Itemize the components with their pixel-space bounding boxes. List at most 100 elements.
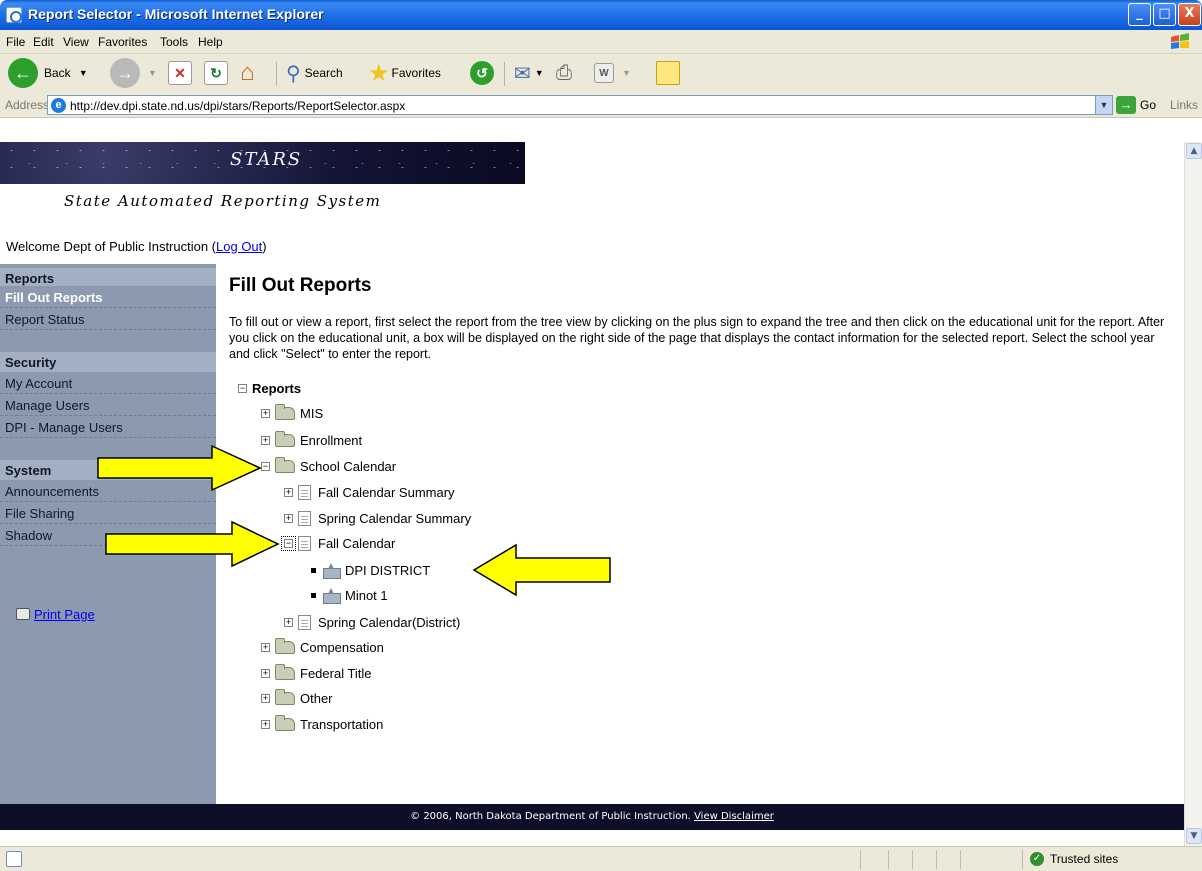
annotation-arrow-dpi-district [472, 543, 611, 597]
back-dropdown-icon[interactable]: ▼ [79, 68, 88, 78]
favorites-button[interactable]: ★ Favorites [368, 54, 441, 92]
minimize-button[interactable]: _ [1128, 3, 1151, 26]
expand-icon[interactable]: + [261, 642, 270, 652]
sidebar-item-manage-users[interactable]: Manage Users [0, 394, 216, 416]
address-url[interactable]: http://dev.dpi.state.nd.us/dpi/stars/Rep… [70, 99, 405, 113]
menu-file[interactable]: File [6, 35, 25, 49]
expand-icon[interactable]: + [284, 487, 293, 497]
close-button[interactable]: X [1178, 3, 1201, 26]
collapse-icon[interactable]: − [261, 461, 270, 471]
address-dropdown-icon[interactable]: ▼ [1095, 96, 1112, 114]
tree-node-reports[interactable]: − Reports [238, 378, 301, 398]
menu-tools[interactable]: Tools [160, 35, 188, 49]
back-button[interactable]: ← Back ▼ [8, 54, 88, 92]
back-arrow-icon: ← [8, 58, 38, 88]
scroll-down-icon[interactable]: ▼ [1186, 828, 1202, 844]
refresh-button[interactable]: ↻ [204, 54, 228, 92]
collapse-icon[interactable]: − [281, 535, 296, 551]
tree-node-minot-1[interactable]: Minot 1 [311, 585, 388, 605]
annotation-arrow-fall-calendar [105, 520, 280, 568]
print-button[interactable]: ⎙ [556, 54, 572, 92]
sidebar-item-fill-out-reports[interactable]: Fill Out Reports [0, 286, 216, 308]
print-page-link[interactable]: Print Page [34, 607, 95, 622]
search-icon: ⚲ [286, 62, 301, 85]
expand-icon[interactable]: + [261, 408, 270, 418]
expand-icon[interactable]: + [284, 617, 293, 627]
sidebar-item-report-status[interactable]: Report Status [0, 308, 216, 330]
tree-node-school-calendar[interactable]: − School Calendar [261, 456, 396, 476]
tree-node-spring-calendar-summary[interactable]: + Spring Calendar Summary [284, 508, 471, 528]
home-button[interactable]: ⌂ [240, 54, 255, 92]
logout-link[interactable]: Log Out [216, 239, 262, 254]
expand-icon[interactable]: + [284, 513, 293, 523]
sidebar-item-my-account[interactable]: My Account [0, 372, 216, 394]
menu-help[interactable]: Help [198, 35, 223, 49]
tree-node-compensation[interactable]: + Compensation [261, 637, 384, 657]
expand-icon[interactable]: + [261, 693, 270, 703]
menu-view[interactable]: View [63, 35, 89, 49]
go-label: Go [1140, 98, 1157, 112]
mail-button[interactable]: ✉ ▼ [514, 54, 544, 92]
security-zone-label: Trusted sites [1050, 852, 1119, 866]
go-button[interactable]: → Go [1116, 96, 1156, 114]
tree-node-fall-calendar-summary[interactable]: + Fall Calendar Summary [284, 482, 455, 502]
tree-node-spring-calendar-district[interactable]: + Spring Calendar(District) [284, 612, 460, 632]
folder-icon [275, 637, 295, 654]
search-button[interactable]: ⚲ Search [286, 54, 343, 92]
page-viewport: STARS State Automated Reporting System W… [0, 142, 1184, 846]
status-pane [888, 850, 889, 869]
sidebar-header-reports: Reports [0, 268, 216, 288]
menu-favorites[interactable]: Favorites [98, 35, 147, 49]
tree-node-enrollment[interactable]: + Enrollment [261, 430, 362, 450]
status-pane [936, 850, 937, 869]
scroll-up-icon[interactable]: ▲ [1186, 143, 1202, 159]
menu-edit[interactable]: Edit [33, 35, 54, 49]
forward-arrow-icon: → [110, 58, 140, 88]
bullet-icon [311, 567, 316, 573]
folder-icon [275, 456, 295, 473]
folder-icon [275, 663, 295, 680]
ie-window-icon [6, 7, 22, 23]
address-bar: Address e http://dev.dpi.state.nd.us/dpi… [0, 92, 1202, 118]
edit-dropdown-icon[interactable]: ▼ [622, 68, 631, 78]
edit-word-button[interactable]: W ▼ [594, 54, 631, 92]
tree-node-mis[interactable]: + MIS [261, 403, 323, 423]
expand-icon[interactable]: + [261, 435, 270, 445]
refresh-icon: ↻ [204, 61, 228, 85]
folder-icon [275, 688, 295, 705]
print-icon: ⎙ [556, 61, 572, 84]
banner-starfield: STARS [0, 142, 525, 184]
document-icon [298, 614, 311, 630]
mail-dropdown-icon[interactable]: ▼ [535, 68, 544, 78]
stars-banner: STARS State Automated Reporting System [0, 142, 525, 232]
toolbar: ← Back ▼ → ▼ ✕ ↻ ⌂ ⚲ Search ★ Favorites … [0, 54, 1202, 118]
sidebar-item-dpi-manage-users[interactable]: DPI - Manage Users [0, 416, 216, 438]
school-icon [323, 588, 341, 604]
tree-node-transportation[interactable]: + Transportation [261, 714, 383, 734]
word-icon: W [594, 63, 614, 83]
tree-node-other[interactable]: + Other [261, 688, 333, 708]
tree-node-federal-title[interactable]: + Federal Title [261, 663, 372, 683]
note-icon [656, 61, 680, 85]
forward-button[interactable]: → ▼ [110, 54, 157, 92]
expand-icon[interactable]: + [261, 668, 270, 678]
stop-button[interactable]: ✕ [168, 54, 192, 92]
bullet-icon [311, 592, 316, 598]
title-bar: Report Selector - Microsoft Internet Exp… [0, 0, 1202, 30]
folder-icon [275, 714, 295, 731]
expand-icon[interactable]: + [261, 719, 270, 729]
forward-dropdown-icon[interactable]: ▼ [148, 68, 157, 78]
window-title: Report Selector - Microsoft Internet Exp… [28, 6, 324, 22]
address-input[interactable]: e http://dev.dpi.state.nd.us/dpi/stars/R… [47, 95, 1113, 115]
welcome-text: Welcome Dept of Public Instruction ( [6, 239, 217, 254]
discuss-button[interactable] [656, 54, 680, 92]
collapse-icon[interactable]: − [238, 383, 247, 393]
tree-node-dpi-district[interactable]: DPI DISTRICT [311, 560, 430, 580]
tree-node-fall-calendar[interactable]: − Fall Calendar [281, 533, 395, 553]
links-button[interactable]: Links [1170, 98, 1198, 112]
vertical-scrollbar[interactable]: ▲ ▼ [1184, 142, 1202, 846]
history-button[interactable]: ↺ [470, 54, 494, 92]
view-disclaimer-link[interactable]: View Disclaimer [694, 811, 774, 822]
status-pane [1022, 850, 1023, 869]
maximize-button[interactable]: □ [1153, 3, 1176, 26]
